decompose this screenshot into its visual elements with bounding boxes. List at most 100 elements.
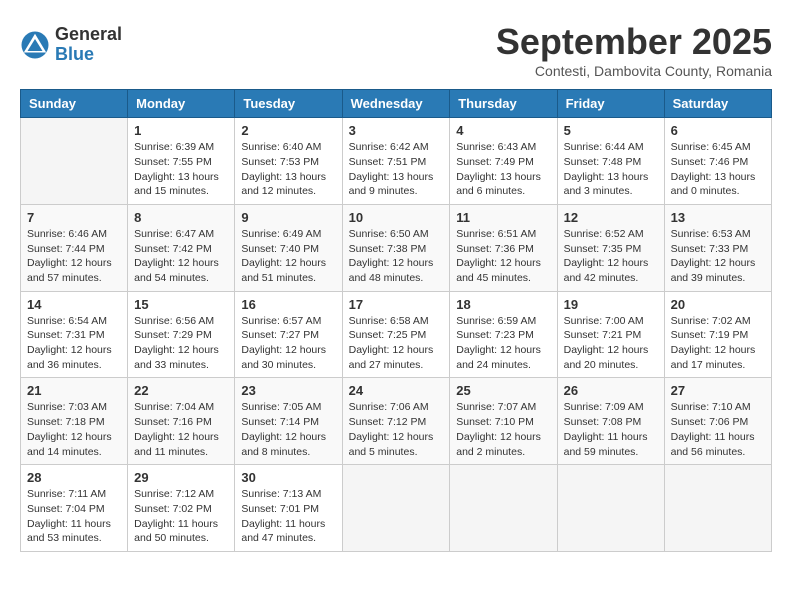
calendar-cell: [21, 118, 128, 205]
day-number: 30: [241, 470, 335, 485]
logo-text: General Blue: [55, 25, 122, 65]
day-info: Sunrise: 7:12 AMSunset: 7:02 PMDaylight:…: [134, 487, 228, 546]
calendar-cell: 24 Sunrise: 7:06 AMSunset: 7:12 PMDayligh…: [342, 378, 450, 465]
day-info: Sunrise: 7:10 AMSunset: 7:06 PMDaylight:…: [671, 400, 765, 459]
calendar-week-row: 7Sunrise: 6:46 AMSunset: 7:44 PMDaylight…: [21, 204, 772, 291]
calendar-cell: 25Sunrise: 7:07 AMSunset: 7:10 PMDayligh…: [450, 378, 557, 465]
day-info: Sunrise: 7:11 AMSunset: 7:04 PMDaylight:…: [27, 487, 121, 546]
day-number: 24: [349, 383, 444, 398]
calendar-cell: 12 Sunrise: 6:52 AMSunset: 7:35 PMDayligh…: [557, 204, 664, 291]
calendar-week-row: 14 Sunrise: 6:54 AMSunset: 7:31 PMDayligh…: [21, 291, 772, 378]
day-info: Sunrise: 6:39 AMSunset: 7:55 PMDaylight:…: [134, 140, 228, 199]
day-info: Sunrise: 6:44 AMSunset: 7:48 PMDaylight:…: [564, 140, 658, 199]
day-number: 29: [134, 470, 228, 485]
calendar-table: SundayMondayTuesdayWednesdayThursdayFrid…: [20, 89, 772, 552]
day-info: Sunrise: 6:52 AMSunset: 7:35 PMDaylight:…: [564, 227, 658, 286]
calendar-cell: 6Sunrise: 6:45 AMSunset: 7:46 PMDaylight…: [664, 118, 771, 205]
calendar-cell: 23Sunrise: 7:05 AMSunset: 7:14 PMDayligh…: [235, 378, 342, 465]
day-number: 15: [134, 297, 228, 312]
calendar-week-row: 21 Sunrise: 7:03 AMSunset: 7:18 PMDayligh…: [21, 378, 772, 465]
day-info: Sunrise: 6:40 AMSunset: 7:53 PMDaylight:…: [241, 140, 335, 199]
page-header: General Blue September 2025 Contesti, Da…: [20, 20, 772, 79]
day-number: 9: [241, 210, 335, 225]
calendar-cell: 28 Sunrise: 7:11 AMSunset: 7:04 PMDayligh…: [21, 465, 128, 552]
weekday-header: Friday: [557, 90, 664, 118]
calendar-cell: [450, 465, 557, 552]
day-number: 13: [671, 210, 765, 225]
day-info: Sunrise: 6:50 AMSunset: 7:38 PMDaylight:…: [349, 227, 444, 286]
weekday-header-row: SundayMondayTuesdayWednesdayThursdayFrid…: [21, 90, 772, 118]
weekday-header: Saturday: [664, 90, 771, 118]
day-info: Sunrise: 6:47 AMSunset: 7:42 PMDaylight:…: [134, 227, 228, 286]
day-info: Sunrise: 7:06 AMSunset: 7:12 PMDaylight:…: [349, 400, 444, 459]
day-info: Sunrise: 6:42 AMSunset: 7:51 PMDaylight:…: [349, 140, 444, 199]
weekday-header: Thursday: [450, 90, 557, 118]
day-number: 8: [134, 210, 228, 225]
calendar-cell: 9Sunrise: 6:49 AMSunset: 7:40 PMDaylight…: [235, 204, 342, 291]
day-number: 5: [564, 123, 658, 138]
day-info: Sunrise: 7:04 AMSunset: 7:16 PMDaylight:…: [134, 400, 228, 459]
logo-blue: Blue: [55, 45, 122, 65]
calendar-cell: 26Sunrise: 7:09 AMSunset: 7:08 PMDayligh…: [557, 378, 664, 465]
day-number: 17: [349, 297, 444, 312]
calendar-cell: 10 Sunrise: 6:50 AMSunset: 7:38 PMDayligh…: [342, 204, 450, 291]
day-info: Sunrise: 6:59 AMSunset: 7:23 PMDaylight:…: [456, 314, 550, 373]
day-info: Sunrise: 6:54 AMSunset: 7:31 PMDaylight:…: [27, 314, 121, 373]
calendar-cell: [664, 465, 771, 552]
calendar-week-row: 28 Sunrise: 7:11 AMSunset: 7:04 PMDayligh…: [21, 465, 772, 552]
day-info: Sunrise: 7:03 AMSunset: 7:18 PMDaylight:…: [27, 400, 121, 459]
logo-general: General: [55, 25, 122, 45]
calendar-cell: 11 Sunrise: 6:51 AMSunset: 7:36 PMDayligh…: [450, 204, 557, 291]
day-number: 23: [241, 383, 335, 398]
calendar-cell: 8 Sunrise: 6:47 AMSunset: 7:42 PMDaylight…: [128, 204, 235, 291]
calendar-cell: 3 Sunrise: 6:42 AMSunset: 7:51 PMDaylight…: [342, 118, 450, 205]
day-number: 3: [349, 123, 444, 138]
calendar-cell: 27Sunrise: 7:10 AMSunset: 7:06 PMDayligh…: [664, 378, 771, 465]
day-info: Sunrise: 6:56 AMSunset: 7:29 PMDaylight:…: [134, 314, 228, 373]
calendar-cell: 1 Sunrise: 6:39 AMSunset: 7:55 PMDaylight…: [128, 118, 235, 205]
day-number: 19: [564, 297, 658, 312]
calendar-cell: 29 Sunrise: 7:12 AMSunset: 7:02 PMDayligh…: [128, 465, 235, 552]
logo: General Blue: [20, 25, 122, 65]
day-info: Sunrise: 7:13 AMSunset: 7:01 PMDaylight:…: [241, 487, 335, 546]
day-number: 26: [564, 383, 658, 398]
day-info: Sunrise: 7:00 AMSunset: 7:21 PMDaylight:…: [564, 314, 658, 373]
day-number: 14: [27, 297, 121, 312]
weekday-header: Tuesday: [235, 90, 342, 118]
calendar-cell: 16Sunrise: 6:57 AMSunset: 7:27 PMDayligh…: [235, 291, 342, 378]
weekday-header: Monday: [128, 90, 235, 118]
calendar-cell: 22Sunrise: 7:04 AMSunset: 7:16 PMDayligh…: [128, 378, 235, 465]
day-info: Sunrise: 6:43 AMSunset: 7:49 PMDaylight:…: [456, 140, 550, 199]
day-number: 20: [671, 297, 765, 312]
day-info: Sunrise: 6:57 AMSunset: 7:27 PMDaylight:…: [241, 314, 335, 373]
weekday-header: Sunday: [21, 90, 128, 118]
day-number: 2: [241, 123, 335, 138]
day-info: Sunrise: 6:45 AMSunset: 7:46 PMDaylight:…: [671, 140, 765, 199]
calendar-cell: 7Sunrise: 6:46 AMSunset: 7:44 PMDaylight…: [21, 204, 128, 291]
day-info: Sunrise: 6:58 AMSunset: 7:25 PMDaylight:…: [349, 314, 444, 373]
logo-icon: [20, 30, 50, 60]
calendar-cell: [342, 465, 450, 552]
day-number: 12: [564, 210, 658, 225]
weekday-header: Wednesday: [342, 90, 450, 118]
day-info: Sunrise: 6:51 AMSunset: 7:36 PMDaylight:…: [456, 227, 550, 286]
day-number: 18: [456, 297, 550, 312]
calendar-cell: 2 Sunrise: 6:40 AMSunset: 7:53 PMDaylight…: [235, 118, 342, 205]
calendar-cell: 30 Sunrise: 7:13 AMSunset: 7:01 PMDayligh…: [235, 465, 342, 552]
calendar-cell: 4 Sunrise: 6:43 AMSunset: 7:49 PMDaylight…: [450, 118, 557, 205]
day-number: 11: [456, 210, 550, 225]
day-number: 1: [134, 123, 228, 138]
day-number: 7: [27, 210, 121, 225]
title-block: September 2025 Contesti, Dambovita Count…: [496, 20, 772, 79]
calendar-cell: 19 Sunrise: 7:00 AMSunset: 7:21 PMDayligh…: [557, 291, 664, 378]
calendar-cell: 21 Sunrise: 7:03 AMSunset: 7:18 PMDayligh…: [21, 378, 128, 465]
calendar-cell: 18 Sunrise: 6:59 AMSunset: 7:23 PMDayligh…: [450, 291, 557, 378]
day-info: Sunrise: 7:02 AMSunset: 7:19 PMDaylight:…: [671, 314, 765, 373]
day-number: 4: [456, 123, 550, 138]
day-number: 28: [27, 470, 121, 485]
calendar-cell: 17 Sunrise: 6:58 AMSunset: 7:25 PMDayligh…: [342, 291, 450, 378]
calendar-cell: 5 Sunrise: 6:44 AMSunset: 7:48 PMDaylight…: [557, 118, 664, 205]
day-number: 10: [349, 210, 444, 225]
day-number: 21: [27, 383, 121, 398]
month-title: September 2025: [496, 20, 772, 63]
